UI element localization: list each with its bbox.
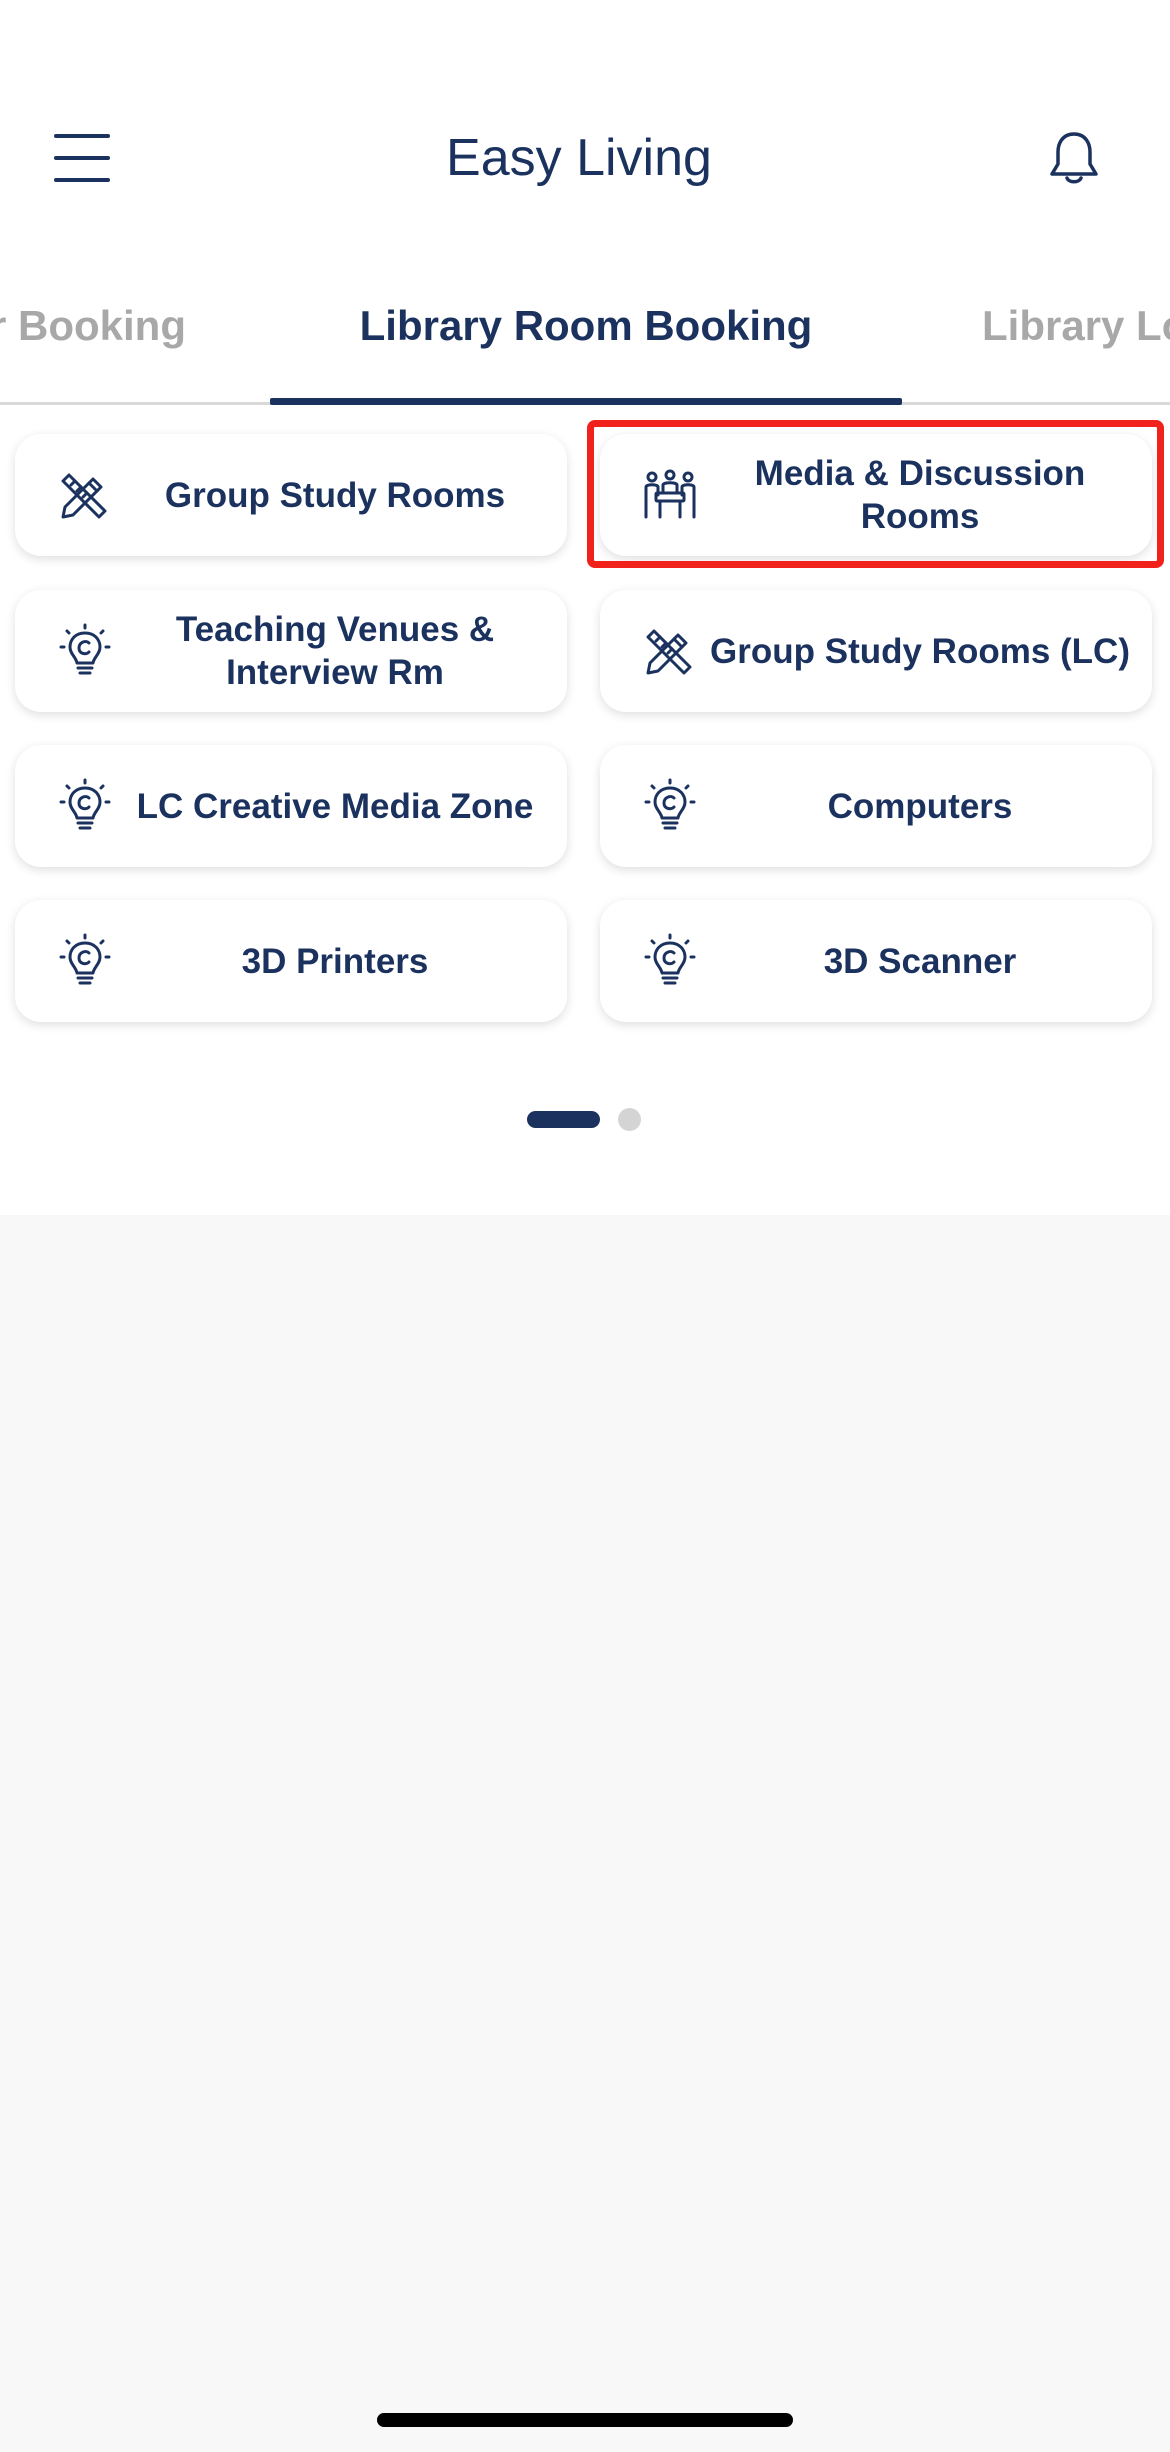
tile-3d-scanner[interactable]: 3D Scanner [600,900,1152,1022]
lightbulb-icon [57,623,113,679]
tile-group-study-rooms-lc[interactable]: Group Study Rooms (LC) [600,590,1152,712]
tile-group-study-rooms[interactable]: Group Study Rooms [15,434,567,556]
tab-label: Library Room Booking [359,302,813,349]
pager-dot[interactable] [618,1108,641,1131]
active-tab-indicator [270,398,902,405]
app-title: Easy Living [446,129,712,187]
tile-label: Media & Discussion Rooms [754,454,1086,536]
tab-bar: r Booking Library Room Booking Library L… [0,290,1170,405]
tile-label: Group Study Rooms [164,475,506,515]
tile-label: LC Creative Media Zone [136,786,534,826]
top-section: Easy Living r Booking Library Room Booki… [0,0,1170,1215]
tile-computers[interactable]: Computers [600,745,1152,867]
app-screen: Easy Living r Booking Library Room Booki… [0,0,1170,2452]
pager-dot-active[interactable] [527,1111,600,1128]
tile-3d-printers[interactable]: 3D Printers [15,900,567,1022]
home-indicator[interactable] [377,2413,793,2427]
tile-lc-creative-media-zone[interactable]: LC Creative Media Zone [15,745,567,867]
pencil-ruler-icon [642,623,698,679]
tile-label: Group Study Rooms (LC) [710,631,1130,671]
lightbulb-icon [57,933,113,989]
meeting-group-icon [642,467,698,523]
tile-label: 3D Printers [241,941,429,981]
lightbulb-icon [57,778,113,834]
tile-label: Computers [827,786,1013,826]
tile-teaching-venues[interactable]: Teaching Venues & Interview Rm [15,590,567,712]
tab-previous[interactable]: r Booking [0,290,186,402]
tab-library-room-booking[interactable]: Library Room Booking [270,290,902,405]
pencil-ruler-icon [57,467,113,523]
bell-icon[interactable] [1044,126,1104,190]
tab-next[interactable]: Library Lo [982,290,1170,402]
tile-label: 3D Scanner [823,941,1017,981]
lightbulb-icon [642,933,698,989]
tile-media-discussion-rooms[interactable]: Media & Discussion Rooms [600,434,1152,556]
tile-label: Teaching Venues & Interview Rm [175,610,495,692]
lightbulb-icon [642,778,698,834]
